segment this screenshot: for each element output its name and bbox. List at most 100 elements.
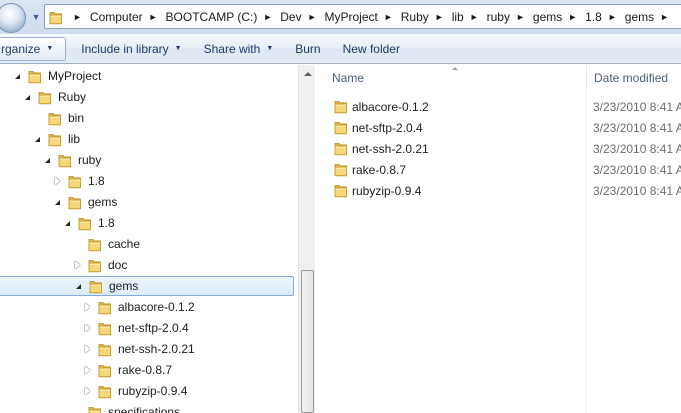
tree-item-label: ruby	[78, 153, 102, 167]
tree-item-label: Ruby	[58, 90, 87, 104]
expand-toggle[interactable]	[52, 176, 62, 186]
navigation-pane: MyProject Ruby bin lib ruby 1.8 gems 1.8 cache do…	[0, 65, 298, 413]
breadcrumb-separator-icon[interactable]: ►	[257, 12, 280, 22]
file-row[interactable]: rubyzip-0.9.4 3/23/2010 8:41 A	[315, 180, 681, 201]
tree-item[interactable]: net-ssh-2.0.21	[82, 339, 195, 359]
breadcrumb[interactable]: ► Computer ► BOOTCAMP (C:) ► Dev ► MyProject ► Ru…	[44, 4, 681, 29]
back-button[interactable]	[0, 3, 26, 33]
folder-icon	[88, 405, 102, 413]
tree-item[interactable]: gems	[52, 192, 117, 212]
breadcrumb-separator-icon[interactable]: ►	[143, 12, 166, 22]
tree-item-label: net-ssh-2.0.21	[118, 342, 195, 356]
include-in-library-button[interactable]: Include in library ▼	[70, 37, 192, 61]
collapse-toggle[interactable]	[73, 281, 83, 291]
share-with-button[interactable]: Share with ▼	[193, 37, 285, 61]
column-header-date-modified[interactable]: Date modified	[586, 65, 681, 91]
folder-icon	[78, 216, 92, 231]
folder-icon	[28, 69, 42, 84]
file-row[interactable]: albacore-0.1.2 3/23/2010 8:41 A	[315, 96, 681, 117]
breadcrumb-item[interactable]: ► 1.8	[562, 5, 602, 28]
chevron-down-icon: ▼	[266, 45, 274, 52]
collapsed-arrow-icon	[84, 324, 90, 332]
tree-item[interactable]: bin	[32, 108, 84, 128]
tree-item-label: albacore-0.1.2	[118, 300, 195, 314]
breadcrumb-separator-icon[interactable]: ►	[602, 12, 625, 22]
tree-item[interactable]: cache	[72, 234, 140, 254]
folder-icon	[88, 258, 102, 273]
breadcrumb-separator-icon[interactable]: ►	[67, 12, 90, 22]
breadcrumb-item[interactable]: ► Computer	[67, 5, 143, 28]
breadcrumb-label: Ruby	[400, 9, 429, 24]
breadcrumb-item[interactable]: ► Ruby	[378, 5, 429, 28]
breadcrumb-label: BOOTCAMP (C:)	[165, 9, 258, 24]
chevron-down-icon: ▼	[46, 45, 54, 52]
collapse-toggle[interactable]	[32, 134, 42, 144]
file-row[interactable]: net-sftp-2.0.4 3/23/2010 8:41 A	[315, 117, 681, 138]
breadcrumb-separator-icon[interactable]: ►	[654, 12, 677, 22]
folder-icon	[68, 174, 82, 189]
breadcrumb-item[interactable]: ► BOOTCAMP (C:)	[143, 5, 258, 28]
tree-item[interactable]: net-sftp-2.0.4	[82, 318, 189, 338]
organize-button[interactable]: rganize ▼	[0, 36, 67, 61]
tree-item[interactable]: specifications	[72, 402, 180, 413]
breadcrumb-item[interactable]: ► MyProject	[302, 5, 378, 28]
organize-label: rganize	[1, 41, 41, 56]
tree-item[interactable]: lib	[32, 129, 80, 149]
tree-item[interactable]: 1.8	[62, 213, 115, 233]
new-folder-label: New folder	[342, 41, 400, 56]
expanded-arrow-icon	[44, 157, 50, 163]
collapse-toggle[interactable]	[52, 197, 62, 207]
tree-item[interactable]: gems	[0, 276, 294, 296]
breadcrumb-item[interactable]: ► gems	[602, 5, 654, 28]
tree-item[interactable]: MyProject	[12, 66, 101, 86]
breadcrumb-separator-icon[interactable]: ►	[302, 12, 325, 22]
tree-item-label: bin	[68, 111, 85, 125]
breadcrumb-label: 1.8	[585, 9, 602, 24]
recent-pages-dropdown-icon[interactable]: ▼	[29, 8, 43, 26]
expand-toggle[interactable]	[82, 365, 92, 375]
tree-item[interactable]: doc	[72, 255, 127, 275]
folder-icon	[48, 111, 62, 126]
breadcrumb-item[interactable]: ► ruby	[464, 5, 510, 28]
tree-item[interactable]: rubyzip-0.9.4	[82, 381, 187, 401]
expanded-arrow-icon	[24, 94, 30, 100]
expand-toggle[interactable]	[82, 386, 92, 396]
file-row[interactable]: rake-0.8.7 3/23/2010 8:41 A	[315, 159, 681, 180]
tree-item[interactable]: 1.8	[52, 171, 105, 191]
breadcrumb-item[interactable]: ► gems	[510, 5, 562, 28]
breadcrumb-item[interactable]: ►	[654, 5, 677, 28]
breadcrumb-separator-icon[interactable]: ►	[464, 12, 487, 22]
expand-toggle[interactable]	[82, 344, 92, 354]
file-date-modified: 3/23/2010 8:41 A	[593, 141, 681, 156]
collapse-toggle[interactable]	[42, 155, 52, 165]
breadcrumb-item[interactable]: ► Dev	[257, 5, 301, 28]
burn-button[interactable]: Burn	[284, 37, 331, 61]
column-header-name[interactable]: Name	[315, 65, 586, 91]
new-folder-button[interactable]: New folder	[332, 37, 411, 61]
breadcrumb-separator-icon[interactable]: ►	[510, 12, 533, 22]
file-row[interactable]: net-ssh-2.0.21 3/23/2010 8:41 A	[315, 138, 681, 159]
folder-icon	[98, 384, 112, 399]
scroll-up-button[interactable]	[299, 65, 316, 82]
breadcrumb-separator-icon[interactable]: ►	[562, 12, 585, 22]
collapse-toggle[interactable]	[12, 71, 22, 81]
collapse-toggle[interactable]	[62, 218, 72, 228]
tree-item[interactable]: rake-0.8.7	[82, 360, 172, 380]
collapse-toggle[interactable]	[22, 92, 32, 102]
navigation-pane-scrollbar[interactable]	[298, 65, 315, 413]
expand-toggle[interactable]	[82, 323, 92, 333]
tree-item-label: cache	[108, 237, 141, 251]
breadcrumb-item[interactable]: ► lib	[429, 5, 464, 28]
breadcrumb-separator-icon[interactable]: ►	[429, 12, 452, 22]
collapsed-arrow-icon	[84, 345, 90, 353]
expand-toggle[interactable]	[82, 302, 92, 312]
tree-item[interactable]: Ruby	[22, 87, 86, 107]
scrollbar-thumb[interactable]	[301, 270, 314, 413]
folder-icon	[334, 99, 348, 114]
breadcrumb-separator-icon[interactable]: ►	[378, 12, 401, 22]
tree-item[interactable]: ruby	[42, 150, 101, 170]
tree-item-label: rake-0.8.7	[118, 363, 173, 377]
breadcrumb-label: MyProject	[324, 9, 378, 24]
expand-toggle[interactable]	[72, 260, 82, 270]
tree-item[interactable]: albacore-0.1.2	[82, 297, 195, 317]
